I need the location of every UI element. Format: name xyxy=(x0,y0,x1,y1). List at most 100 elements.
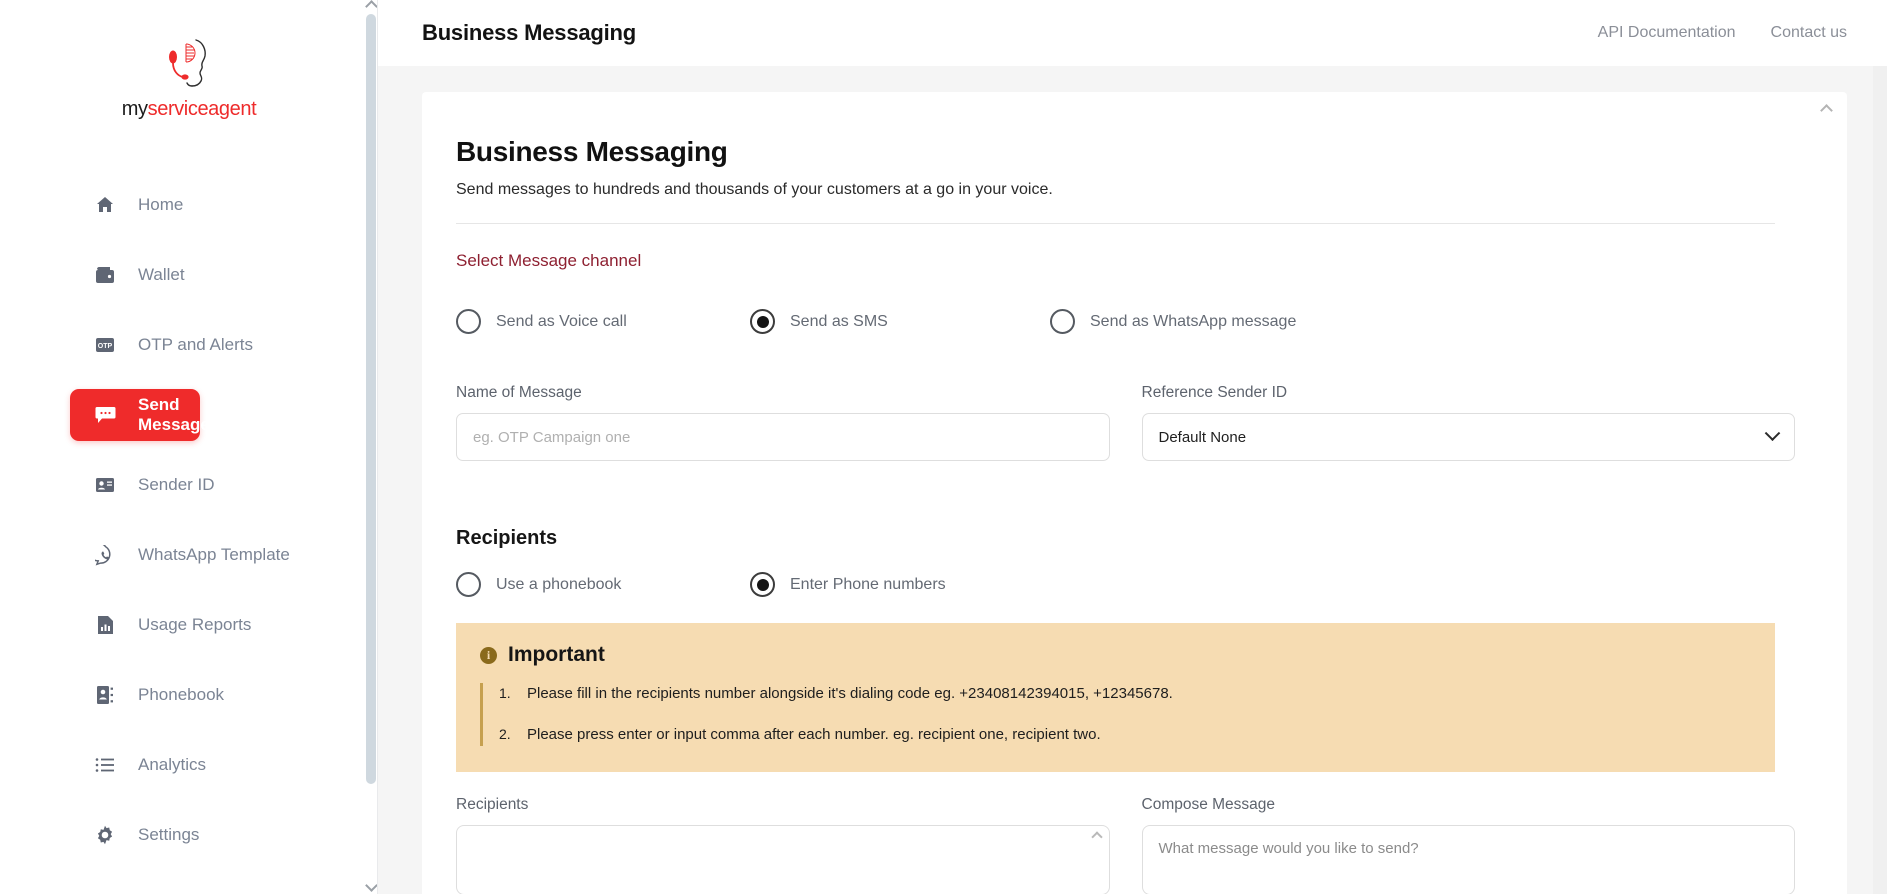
sidebar-item-phonebook[interactable]: Phonebook xyxy=(70,669,354,721)
sidebar-item-usage-reports[interactable]: Usage Reports xyxy=(70,599,354,651)
api-documentation-link[interactable]: API Documentation xyxy=(1598,24,1736,42)
list-item-number: 1. xyxy=(499,685,511,701)
topbar: Business Messaging API Documentation Con… xyxy=(378,0,1887,66)
sidebar-item-home[interactable]: Home xyxy=(70,179,354,231)
compose-message-textarea[interactable]: What message would you like to send? xyxy=(1141,825,1795,894)
brand-logo[interactable]: myserviceagent xyxy=(0,0,378,121)
recipients-scroll-up-arrow-icon[interactable] xyxy=(1090,831,1103,843)
list-item-text: Please press enter or input comma after … xyxy=(527,725,1101,743)
headset-agent-logo-icon xyxy=(153,36,225,92)
list-item-number: 2. xyxy=(499,725,511,742)
brand-name: myserviceagent xyxy=(121,98,257,121)
sidebar-item-label: Sender ID xyxy=(138,475,215,494)
list-item: 2. Please press enter or input comma aft… xyxy=(499,724,1751,747)
messaging-card: Business Messaging Send messages to hund… xyxy=(422,92,1847,894)
sidebar-item-label: Home xyxy=(138,195,184,214)
radio-option-use-phonebook[interactable]: Use a phonebook xyxy=(456,572,750,597)
name-of-message-field: Name of Message eg. OTP Campaign one xyxy=(456,384,1110,461)
list-icon xyxy=(94,754,116,776)
recipients-input-field: Recipients xyxy=(456,796,1110,894)
sidebar-nav: Home Wallet OTP OTP and Alerts Send Mess… xyxy=(0,179,378,861)
content-scroll-area: Business Messaging Send messages to hund… xyxy=(378,66,1887,894)
reference-sender-id-field: Reference Sender ID Default None xyxy=(1141,384,1795,461)
radio-circle-selected-icon[interactable] xyxy=(750,572,775,597)
topbar-links: API Documentation Contact us xyxy=(1598,24,1847,42)
important-title-row: i Important xyxy=(480,643,1751,667)
important-callout: i Important 1. Please fill in the recipi… xyxy=(456,623,1775,772)
app-root: myserviceagent Home Wallet OTP OTP and A… xyxy=(0,0,1887,894)
card-divider xyxy=(456,223,1775,224)
radio-circle-selected-icon[interactable] xyxy=(750,309,775,334)
wallet-icon xyxy=(94,264,116,286)
message-fields-row: Name of Message eg. OTP Campaign one Ref… xyxy=(456,384,1795,461)
contact-us-link[interactable]: Contact us xyxy=(1771,24,1847,42)
reference-sender-id-label: Reference Sender ID xyxy=(1141,384,1288,401)
recipients-radio-group: Use a phonebook Enter Phone numbers xyxy=(456,572,1795,597)
info-icon: i xyxy=(480,646,497,664)
radio-option-whatsapp[interactable]: Send as WhatsApp message xyxy=(1050,309,1296,334)
sidebar-item-wallet[interactable]: Wallet xyxy=(70,249,354,301)
list-item-text: Please fill in the recipients number alo… xyxy=(527,685,1173,702)
sidebar-item-send-messages[interactable]: Send Messages xyxy=(70,389,219,441)
radio-label: Send as WhatsApp message xyxy=(1090,312,1297,330)
sidebar-item-settings[interactable]: Settings xyxy=(70,809,354,861)
brand-name-prefix: my xyxy=(121,98,148,120)
gear-icon xyxy=(94,824,116,846)
sidebar-item-label: OTP and Alerts xyxy=(138,335,253,354)
sidebar-item-label: WhatsApp Template xyxy=(138,545,290,564)
reference-sender-id-select[interactable]: Default None xyxy=(1141,413,1795,461)
radio-label: Send as SMS xyxy=(790,312,888,330)
otp-icon: OTP xyxy=(94,334,116,356)
sidebar: myserviceagent Home Wallet OTP OTP and A… xyxy=(0,0,378,894)
sidebar-item-label: Usage Reports xyxy=(138,615,252,634)
sidebar-item-label: Send Messages xyxy=(138,395,220,434)
radio-option-sms[interactable]: Send as SMS xyxy=(750,309,1050,334)
name-of-message-label: Name of Message xyxy=(456,384,582,401)
list-item: 1. Please fill in the recipients number … xyxy=(499,683,1751,706)
radio-label: Send as Voice call xyxy=(496,312,627,330)
recipients-heading: Recipients xyxy=(456,527,558,549)
main-area: Business Messaging API Documentation Con… xyxy=(378,0,1887,894)
sidebar-item-analytics[interactable]: Analytics xyxy=(70,739,354,791)
radio-circle-icon[interactable] xyxy=(456,572,481,597)
select-message-channel-label: Select Message channel xyxy=(456,251,642,270)
sidebar-item-label: Settings xyxy=(138,825,200,844)
sidebar-item-label: Wallet xyxy=(138,265,185,284)
radio-option-enter-phone-numbers[interactable]: Enter Phone numbers xyxy=(750,572,946,597)
card-title: Business Messaging xyxy=(456,136,728,167)
card-scroll-up-arrow-icon[interactable] xyxy=(1820,104,1833,117)
reference-sender-id-value: Default None xyxy=(1158,428,1247,446)
sidebar-item-sender-id[interactable]: Sender ID xyxy=(70,459,354,511)
compose-message-label: Compose Message xyxy=(1141,796,1276,813)
radio-label: Use a phonebook xyxy=(496,575,622,593)
compose-row: Recipients Compose Message What message … xyxy=(456,796,1795,894)
svg-text:OTP: OTP xyxy=(98,343,113,350)
radio-circle-icon[interactable] xyxy=(456,309,481,334)
report-chart-icon xyxy=(94,614,116,636)
name-of-message-input[interactable]: eg. OTP Campaign one xyxy=(456,413,1110,461)
chevron-down-icon xyxy=(1764,424,1781,441)
home-icon xyxy=(94,194,116,216)
whatsapp-icon xyxy=(94,544,116,566)
sidebar-item-label: Analytics xyxy=(138,755,207,774)
radio-label: Enter Phone numbers xyxy=(790,575,946,593)
page-title: Business Messaging xyxy=(422,20,637,45)
radio-option-voice-call[interactable]: Send as Voice call xyxy=(456,309,750,334)
id-card-icon xyxy=(94,474,116,496)
brand-name-suffix: serviceagent xyxy=(147,98,257,120)
sidebar-item-whatsapp-template[interactable]: WhatsApp Template xyxy=(70,529,354,581)
sidebar-item-otp-and-alerts[interactable]: OTP OTP and Alerts xyxy=(70,319,354,371)
contact-book-icon xyxy=(94,684,116,706)
card-subtitle: Send messages to hundreds and thousands … xyxy=(456,181,1053,198)
important-title: Important xyxy=(508,643,605,666)
recipients-textarea[interactable] xyxy=(456,825,1110,894)
radio-circle-icon[interactable] xyxy=(1050,309,1075,334)
recipients-field-label: Recipients xyxy=(456,796,529,813)
chat-bubble-icon xyxy=(94,404,116,426)
sidebar-scrollbar-thumb[interactable] xyxy=(366,14,376,784)
main-scrollbar-track[interactable] xyxy=(1873,66,1887,894)
compose-message-field: Compose Message What message would you l… xyxy=(1141,796,1795,894)
sidebar-item-label: Phonebook xyxy=(138,685,225,704)
channel-radio-group: Send as Voice call Send as SMS Send as W… xyxy=(456,309,1795,334)
important-list: 1. Please fill in the recipients number … xyxy=(480,683,1751,746)
